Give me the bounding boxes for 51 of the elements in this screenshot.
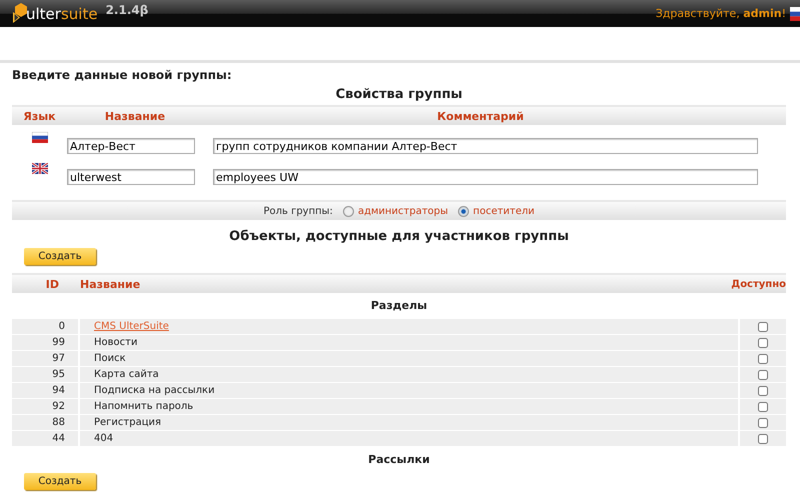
- column-header: Доступно: [730, 278, 786, 290]
- access-checkbox[interactable]: [758, 354, 768, 364]
- object-name: Карта сайта: [93, 369, 159, 380]
- object-name: Поиск: [93, 353, 126, 364]
- section-title: Свойства группы: [334, 87, 464, 102]
- radio-button[interactable]: [458, 206, 470, 216]
- object-name: 404: [93, 433, 114, 444]
- name-field[interactable]: Алтер-Вест: [67, 138, 195, 154]
- create-button[interactable]: Создать: [24, 473, 96, 490]
- column-header: ID: [44, 278, 59, 290]
- object-name: Напомнить пароль: [93, 401, 194, 412]
- id-cell-text: 94: [51, 385, 65, 396]
- access-checkbox[interactable]: [758, 338, 768, 348]
- column-header: Комментарий: [436, 110, 525, 122]
- column-header: Язык: [22, 110, 57, 122]
- flag-icon[interactable]: [790, 6, 800, 20]
- version-label: 2.1.4β: [106, 3, 148, 17]
- object-name: Регистрация: [93, 417, 162, 428]
- logo-text: ultersuite: [26, 4, 98, 22]
- section-title: Объекты, доступные для участников группы: [228, 229, 570, 244]
- id-cell-text: 95: [51, 369, 65, 380]
- access-checkbox[interactable]: [758, 434, 768, 444]
- access-checkbox[interactable]: [758, 386, 768, 396]
- group-title: Рассылки: [367, 453, 431, 466]
- column-header: Название: [104, 110, 166, 122]
- radio-button[interactable]: [342, 206, 354, 216]
- create-button[interactable]: Создать: [24, 248, 96, 265]
- name-field[interactable]: ulterwest: [67, 169, 195, 185]
- role-option[interactable]: администраторы: [358, 206, 448, 216]
- flag-icon: [32, 163, 48, 174]
- access-checkbox[interactable]: [758, 402, 768, 412]
- access-checkbox[interactable]: [758, 322, 768, 332]
- id-cell-text: 44: [51, 433, 65, 444]
- column-header: Название: [80, 278, 142, 290]
- comment-field[interactable]: employees UW: [213, 169, 758, 185]
- object-name: Подписка на рассылки: [93, 385, 215, 396]
- role-label: Роль группы:: [263, 206, 333, 216]
- access-checkbox[interactable]: [758, 418, 768, 428]
- page-title: Введите данные новой группы:: [12, 68, 233, 82]
- id-cell-text: 99: [51, 337, 65, 348]
- id-cell-text: 97: [51, 353, 65, 364]
- id-cell-text: 0: [58, 321, 65, 332]
- access-checkbox[interactable]: [758, 370, 768, 380]
- id-cell-text: 88: [51, 417, 65, 428]
- object-name: Новости: [93, 337, 138, 348]
- comment-field[interactable]: групп сотрудников компании Алтер-Вест: [213, 138, 758, 154]
- role-option[interactable]: посетители: [473, 206, 535, 216]
- id-cell-text: 92: [51, 401, 65, 412]
- flag-icon: [32, 132, 48, 143]
- group-title: Разделы: [370, 299, 428, 312]
- greeting-text: Здравствуйте, admin!: [656, 7, 786, 20]
